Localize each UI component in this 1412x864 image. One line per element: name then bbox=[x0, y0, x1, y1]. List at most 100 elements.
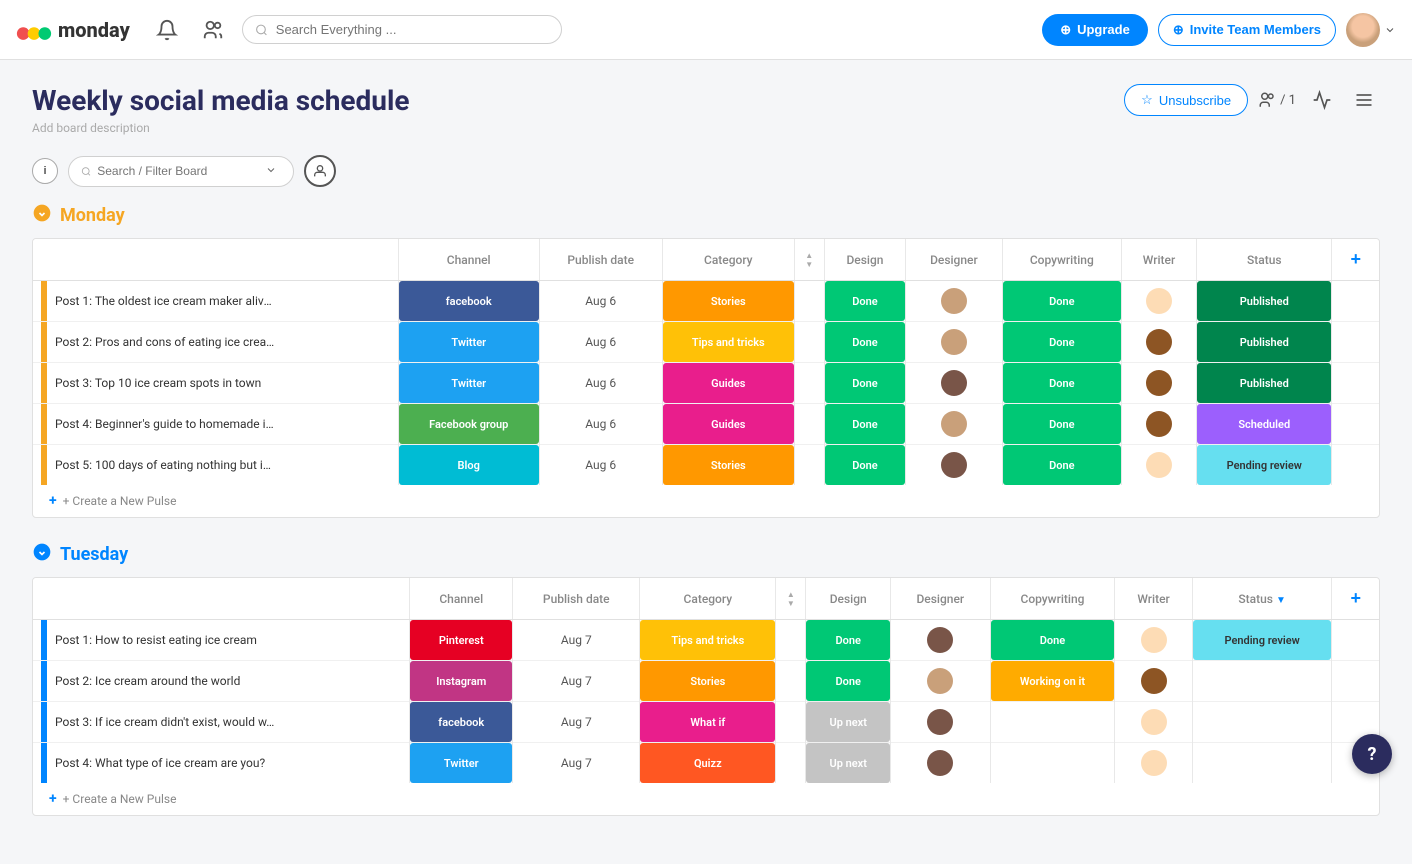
post-cell-0-2[interactable]: Post 3: Top 10 ice cream spots in town bbox=[33, 363, 398, 404]
channel-cell-1-1[interactable]: Instagram bbox=[410, 661, 513, 702]
table-row: Post 2: Pros and cons of eating ice crea… bbox=[33, 322, 1379, 363]
design-cell-0-2[interactable]: Done bbox=[824, 363, 905, 404]
chevron-down-icon bbox=[1384, 24, 1396, 36]
copy-cell-0-0[interactable]: Done bbox=[1002, 281, 1121, 322]
logo[interactable]: monday bbox=[16, 12, 130, 48]
channel-cell-0-2[interactable]: Twitter bbox=[398, 363, 539, 404]
filter-input[interactable] bbox=[97, 164, 255, 178]
channel-cell-0-1[interactable]: Twitter bbox=[398, 322, 539, 363]
design-cell-0-3[interactable]: Done bbox=[824, 404, 905, 445]
help-button[interactable]: ? bbox=[1352, 734, 1392, 774]
group-toggle-tuesday[interactable] bbox=[32, 542, 52, 567]
design-cell-0-4[interactable]: Done bbox=[824, 445, 905, 486]
upgrade-button[interactable]: ⊕ Upgrade bbox=[1042, 14, 1148, 46]
category-cell-0-2[interactable]: Guides bbox=[662, 363, 794, 404]
add-column-button-monday[interactable]: + bbox=[1342, 247, 1369, 272]
category-cell-0-3[interactable]: Guides bbox=[662, 404, 794, 445]
status-cell-0-4[interactable]: Pending review bbox=[1197, 445, 1332, 486]
design-cell-0-0[interactable]: Done bbox=[824, 281, 905, 322]
design-cell-1-1[interactable]: Done bbox=[806, 661, 891, 702]
status-cell-1-0[interactable]: Pending review bbox=[1192, 620, 1332, 661]
status-cell-0-1[interactable]: Published bbox=[1197, 322, 1332, 363]
status-cell-0-3[interactable]: Scheduled bbox=[1197, 404, 1332, 445]
writer-avatar bbox=[1146, 288, 1172, 314]
status-cell-0-2[interactable]: Published bbox=[1197, 363, 1332, 404]
copy-cell-1-2[interactable] bbox=[990, 702, 1115, 743]
add-row-monday[interactable]: + + Create a New Pulse bbox=[33, 485, 1379, 517]
table-row: Post 4: Beginner's guide to homemade ic.… bbox=[33, 404, 1379, 445]
category-tag: What if bbox=[640, 702, 775, 742]
channel-tag: Blog bbox=[399, 445, 539, 485]
post-cell-0-1[interactable]: Post 2: Pros and cons of eating ice crea… bbox=[33, 322, 398, 363]
add-row-tuesday[interactable]: + + Create a New Pulse bbox=[33, 783, 1379, 815]
team-button[interactable] bbox=[196, 13, 230, 47]
category-cell-1-3[interactable]: Quizz bbox=[640, 743, 776, 784]
designer-cell-0-1 bbox=[906, 322, 1002, 363]
design-cell-0-1[interactable]: Done bbox=[824, 322, 905, 363]
channel-cell-0-4[interactable]: Blog bbox=[398, 445, 539, 486]
post-cell-1-0[interactable]: Post 1: How to resist eating ice cream bbox=[33, 620, 410, 661]
filter-dropdown-button[interactable] bbox=[261, 162, 281, 181]
status-cell-1-3[interactable] bbox=[1192, 743, 1332, 784]
publish-date: Aug 6 bbox=[585, 376, 616, 390]
design-cell-1-0[interactable]: Done bbox=[806, 620, 891, 661]
post-cell-1-1[interactable]: Post 2: Ice cream around the world bbox=[33, 661, 410, 702]
status-cell-1-2[interactable] bbox=[1192, 702, 1332, 743]
category-cell-1-0[interactable]: Tips and tricks bbox=[640, 620, 776, 661]
date-cell-0-1: Aug 6 bbox=[539, 322, 662, 363]
copy-cell-1-0[interactable]: Done bbox=[990, 620, 1115, 661]
designer-avatar bbox=[927, 668, 953, 694]
chevron-down-icon bbox=[265, 164, 277, 176]
status-tag: Pending review bbox=[1193, 620, 1332, 660]
notifications-button[interactable] bbox=[150, 13, 184, 47]
table-row: Post 4: What type of ice cream are you? … bbox=[33, 743, 1379, 784]
board-description[interactable]: Add board description bbox=[32, 121, 410, 135]
group-toggle-monday[interactable] bbox=[32, 203, 52, 228]
category-cell-0-0[interactable]: Stories bbox=[662, 281, 794, 322]
filter-box[interactable] bbox=[68, 156, 294, 187]
design-cell-1-2[interactable]: Up next bbox=[806, 702, 891, 743]
category-cell-1-2[interactable]: What if bbox=[640, 702, 776, 743]
info-button[interactable]: i bbox=[32, 158, 58, 184]
unsubscribe-button[interactable]: ☆ Unsubscribe bbox=[1124, 84, 1248, 116]
designer-avatar bbox=[927, 709, 953, 735]
invite-button[interactable]: ⊕ Invite Team Members bbox=[1158, 14, 1336, 46]
user-avatar-wrap[interactable] bbox=[1346, 13, 1396, 47]
copy-cell-0-2[interactable]: Done bbox=[1002, 363, 1121, 404]
copy-cell-0-3[interactable]: Done bbox=[1002, 404, 1121, 445]
post-name: Post 4: Beginner's guide to homemade ic.… bbox=[55, 417, 275, 431]
category-cell-1-1[interactable]: Stories bbox=[640, 661, 776, 702]
col-copywriting-tuesday: Copywriting bbox=[990, 578, 1115, 620]
activity-button[interactable] bbox=[1306, 84, 1338, 116]
channel-cell-0-3[interactable]: Facebook group bbox=[398, 404, 539, 445]
copy-cell-1-3[interactable] bbox=[990, 743, 1115, 784]
post-cell-0-3[interactable]: Post 4: Beginner's guide to homemade ic.… bbox=[33, 404, 398, 445]
search-input[interactable] bbox=[276, 22, 549, 37]
post-name: Post 4: What type of ice cream are you? bbox=[55, 756, 265, 770]
dot-cell-0-2 bbox=[794, 363, 824, 404]
post-cell-1-3[interactable]: Post 4: What type of ice cream are you? bbox=[33, 743, 410, 784]
copy-cell-1-1[interactable]: Working on it bbox=[990, 661, 1115, 702]
channel-cell-1-0[interactable]: Pinterest bbox=[410, 620, 513, 661]
writer-avatar bbox=[1141, 627, 1167, 653]
add-column-button-tuesday[interactable]: + bbox=[1342, 586, 1369, 611]
design-cell-1-3[interactable]: Up next bbox=[806, 743, 891, 784]
writer-cell-1-1 bbox=[1115, 661, 1192, 702]
channel-cell-0-0[interactable]: facebook bbox=[398, 281, 539, 322]
post-cell-0-4[interactable]: Post 5: 100 days of eating nothing but i… bbox=[33, 445, 398, 486]
copy-cell-0-1[interactable]: Done bbox=[1002, 322, 1121, 363]
channel-cell-1-3[interactable]: Twitter bbox=[410, 743, 513, 784]
menu-button[interactable] bbox=[1348, 84, 1380, 116]
copy-cell-0-4[interactable]: Done bbox=[1002, 445, 1121, 486]
channel-cell-1-2[interactable]: facebook bbox=[410, 702, 513, 743]
post-cell-0-0[interactable]: Post 1: The oldest ice cream maker alive… bbox=[33, 281, 398, 322]
members-badge[interactable]: / 1 bbox=[1258, 91, 1296, 109]
search-box[interactable] bbox=[242, 15, 562, 44]
category-cell-0-1[interactable]: Tips and tricks bbox=[662, 322, 794, 363]
person-filter-button[interactable] bbox=[304, 155, 336, 187]
post-cell-1-2[interactable]: Post 3: If ice cream didn't exist, would… bbox=[33, 702, 410, 743]
status-cell-1-1[interactable] bbox=[1192, 661, 1332, 702]
designer-avatar bbox=[927, 627, 953, 653]
status-cell-0-0[interactable]: Published bbox=[1197, 281, 1332, 322]
category-cell-0-4[interactable]: Stories bbox=[662, 445, 794, 486]
